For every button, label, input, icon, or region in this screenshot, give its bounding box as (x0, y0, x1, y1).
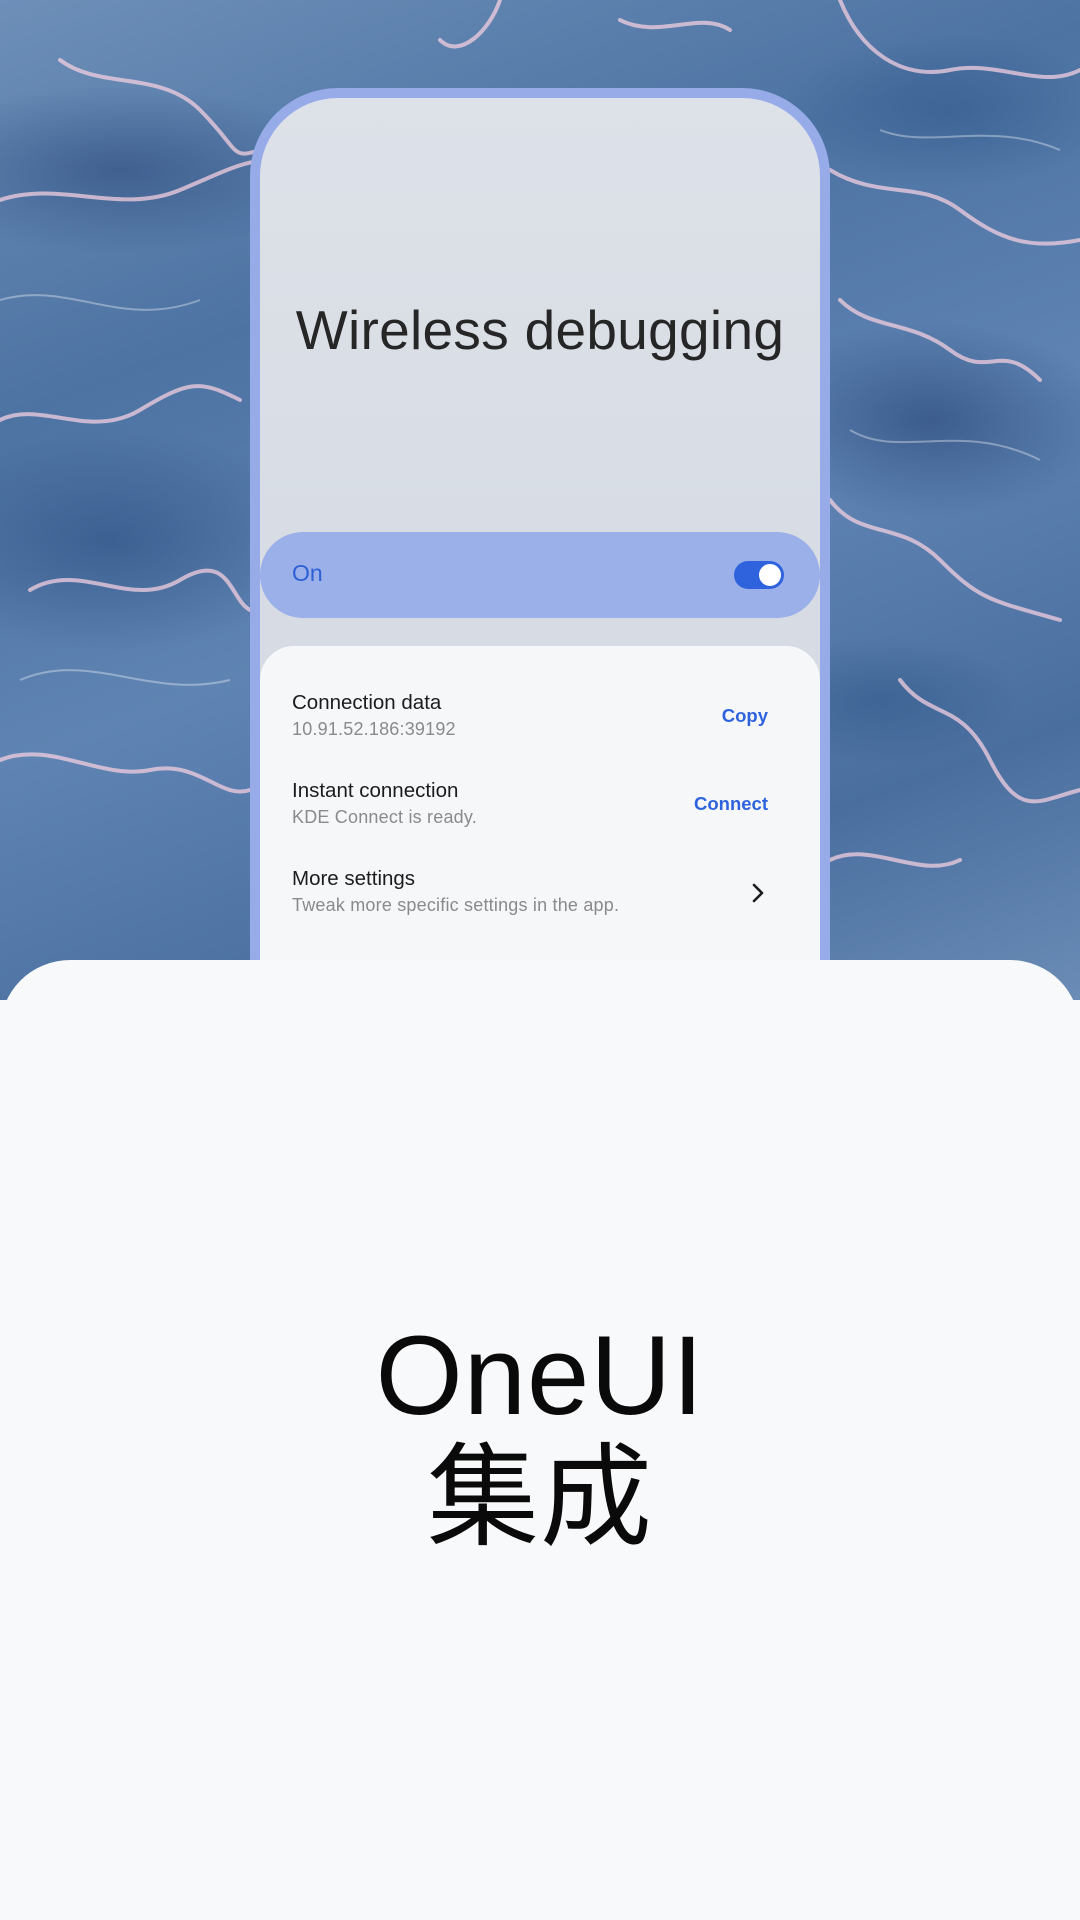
row-subtitle: Tweak more specific settings in the app. (292, 895, 620, 915)
more-settings-row[interactable]: More settings Tweak more specific settin… (292, 867, 788, 937)
row-title: More settings (292, 867, 416, 890)
main-toggle-bar[interactable]: On (260, 532, 820, 618)
connect-button[interactable]: Connect (694, 793, 768, 815)
switch-knob (757, 562, 783, 588)
feature-title: OneUI 集成 (0, 1315, 1080, 1559)
wireless-debugging-switch[interactable] (734, 561, 784, 589)
chevron-right-icon (752, 883, 764, 903)
row-subtitle: 10.91.52.186:39192 (292, 719, 456, 739)
bottom-sheet: OneUI 集成 (0, 960, 1080, 1920)
copy-button[interactable]: Copy (722, 705, 768, 727)
row-subtitle: KDE Connect is ready. (292, 807, 477, 827)
connection-data-row: Connection data 10.91.52.186:39192 Copy (292, 691, 788, 761)
row-title: Instant connection (292, 779, 459, 802)
page-title: Wireless debugging (295, 299, 785, 361)
feature-title-line1: OneUI (375, 1313, 705, 1438)
toggle-label: On (292, 560, 323, 586)
row-title: Connection data (292, 691, 442, 714)
feature-title-line2: 集成 (427, 1435, 653, 1560)
instant-connection-row: Instant connection KDE Connect is ready.… (292, 779, 788, 849)
